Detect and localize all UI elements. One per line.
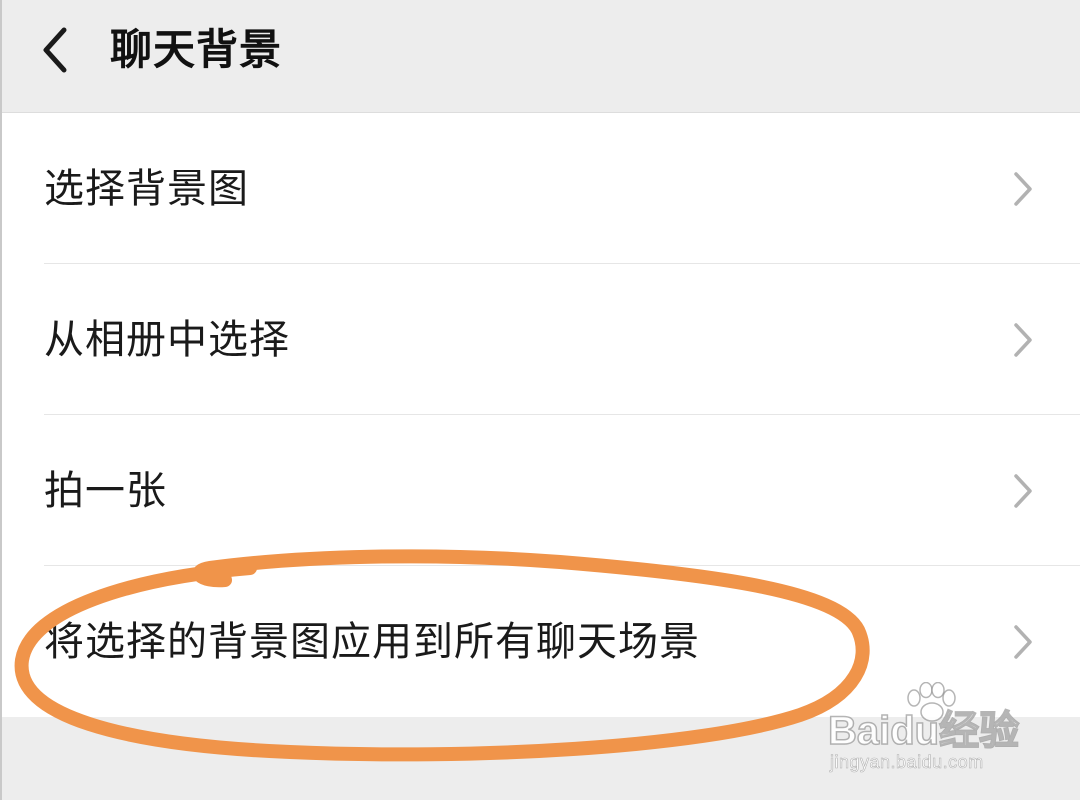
menu-item-label: 将选择的背景图应用到所有聊天场景 xyxy=(44,618,700,665)
back-button[interactable] xyxy=(30,20,90,80)
menu-item-label: 从相册中选择 xyxy=(44,316,290,363)
menu-item-choose-from-album[interactable]: 从相册中选择 xyxy=(0,264,1080,415)
chevron-left-icon xyxy=(43,27,67,73)
window-left-edge xyxy=(0,0,2,800)
bottom-background xyxy=(0,717,1080,800)
menu-item-label: 选择背景图 xyxy=(44,165,249,212)
chevron-right-icon xyxy=(1014,473,1032,508)
navigation-bar: 聊天背景 xyxy=(0,0,1080,113)
page-title: 聊天背景 xyxy=(110,25,283,74)
background-options-list: 选择背景图 从相册中选择 拍一张 将选择的背景图应用到所有聊天场景 xyxy=(0,113,1080,717)
menu-item-apply-to-all-chats[interactable]: 将选择的背景图应用到所有聊天场景 xyxy=(0,566,1080,717)
menu-item-take-photo[interactable]: 拍一张 xyxy=(0,415,1080,566)
chevron-right-icon xyxy=(1014,624,1032,659)
menu-item-choose-background[interactable]: 选择背景图 xyxy=(0,113,1080,264)
chevron-right-icon xyxy=(1014,171,1032,206)
chevron-right-icon xyxy=(1014,322,1032,357)
menu-item-label: 拍一张 xyxy=(44,467,167,514)
